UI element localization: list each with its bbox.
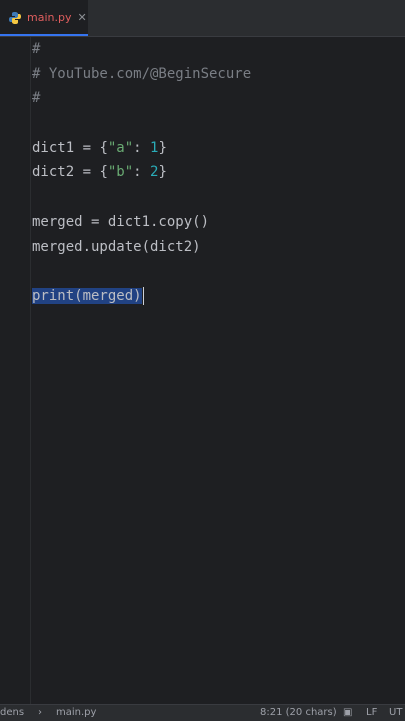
brace: } (158, 139, 167, 156)
caret-position[interactable]: 8:21 (20 chars) (260, 707, 337, 718)
operator: = { (74, 139, 108, 156)
breadcrumb-folder[interactable]: dens (0, 707, 24, 718)
breadcrumb-file[interactable]: main.py (56, 707, 96, 718)
tab-label: main.py (27, 10, 72, 24)
operator: = { (74, 164, 108, 181)
text-caret (142, 286, 144, 305)
chevron-right-icon: › (38, 707, 42, 718)
colon: : (133, 164, 151, 181)
code-line-9: merged.update(dict2) (32, 238, 201, 255)
var-dict2: dict2 (32, 164, 75, 181)
code-line-3: # (32, 90, 41, 107)
gutter-divider (30, 37, 31, 704)
code-line-11: print(merged) (32, 284, 251, 309)
code-line-2: # YouTube.com/@BeginSecure (32, 65, 252, 82)
code-editor[interactable]: # # YouTube.com/@BeginSecure # dict1 = {… (0, 37, 405, 704)
editor-tab-bar: main.py ✕ (0, 0, 405, 37)
code-area[interactable]: # # YouTube.com/@BeginSecure # dict1 = {… (32, 37, 251, 309)
string-key: "a" (107, 139, 134, 156)
selected-text: print(merged) (32, 287, 142, 304)
warning-icon[interactable]: ▣ (343, 707, 352, 718)
line-ending[interactable]: LF (366, 707, 377, 718)
tab-main-py[interactable]: main.py ✕ (0, 0, 88, 36)
close-icon[interactable]: ✕ (77, 11, 86, 24)
brace: } (158, 164, 167, 181)
code-line-6: dict2 = {"b": 2} (32, 160, 251, 185)
code-line-8: merged = dict1.copy() (32, 213, 210, 230)
string-key: "b" (107, 164, 134, 181)
status-bar: dens › main.py 8:21 (20 chars) ▣ LF UT (0, 704, 405, 721)
colon: : (133, 139, 151, 156)
var-dict1: dict1 (32, 139, 75, 156)
code-line-1: # (32, 41, 41, 57)
code-line-5: dict1 = {"a": 1} (32, 136, 251, 161)
encoding[interactable]: UT (389, 707, 402, 718)
python-file-icon (8, 10, 22, 24)
